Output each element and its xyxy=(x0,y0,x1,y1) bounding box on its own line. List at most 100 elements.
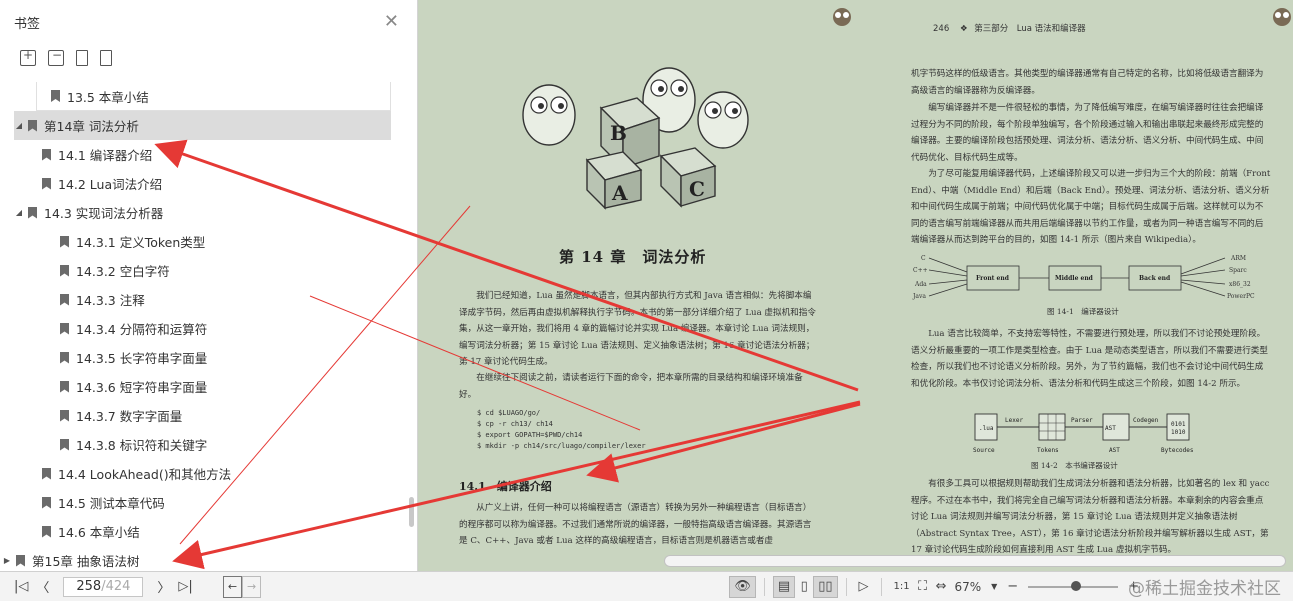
bookmark-icon xyxy=(60,235,69,248)
zoom-dropdown-icon[interactable]: ▼ xyxy=(985,576,1003,598)
zoom-slider[interactable] xyxy=(1028,580,1119,591)
bookmark-item[interactable]: ◢ 14.3 实现词法分析器 xyxy=(0,198,405,227)
collapse-arrow-icon[interactable]: ◢ xyxy=(14,208,24,217)
bookmark-item[interactable]: 13.5 本章小结 xyxy=(36,82,391,111)
two-page-icon[interactable]: ▯▯ xyxy=(813,575,838,598)
gopher-illustration: B A C xyxy=(522,67,749,210)
back-icon[interactable]: ← xyxy=(222,575,243,598)
bookmark-item[interactable]: ◢ 第14章 词法分析 xyxy=(14,111,391,140)
previous-page-button[interactable]: 〈 xyxy=(32,576,53,598)
left-page: B A C 第 14 章 词法分析 我们已经知道，Lua 虽然是脚本语言，但其内… xyxy=(419,0,857,560)
bookmark-item[interactable]: ▶ 第15章 抽象语法树 xyxy=(0,546,405,571)
bookmark-list: 13.5 本章小结 ◢ 第14章 词法分析 14.1 编译器介绍 14.2 Lua词法介… xyxy=(0,82,405,571)
bookmark-outline-icon[interactable] xyxy=(100,50,112,66)
sidebar-scrollbar[interactable] xyxy=(409,497,414,527)
bookmark-item[interactable]: 14.4 LookAhead()和其他方法 xyxy=(0,459,405,488)
page-number-input[interactable]: 258/424 xyxy=(63,576,144,597)
zoom-slider-knob[interactable] xyxy=(1071,580,1082,591)
diamond-icon: ❖ xyxy=(959,24,968,34)
compiler-design-figure: C C++ Ada Java ARM Sparc x86_32 PowerPC xyxy=(912,255,1255,300)
bookmark-item[interactable]: 14.3.8 标识符和关键字 xyxy=(0,430,405,459)
bookmark-item[interactable]: 14.3.1 定义Token类型 xyxy=(0,227,405,256)
middle-end-box: Middle end xyxy=(1055,275,1094,282)
bookmark-item[interactable]: 14.3.6 短字符串字面量 xyxy=(0,372,405,401)
page-header: 246 ❖ 第三部分 Lua 语法和编译器 xyxy=(933,22,1273,34)
bookmark-icon[interactable] xyxy=(76,50,88,66)
bookmark-label: 14.5 测试本章代码 xyxy=(58,496,165,511)
svg-text:AST: AST xyxy=(1105,425,1116,432)
bookmark-item[interactable]: 14.3.7 数字字面量 xyxy=(0,401,405,430)
bookmark-icon xyxy=(60,380,69,393)
zoom-out-button[interactable]: − xyxy=(1003,576,1022,598)
bookmark-icon xyxy=(28,119,37,132)
actual-size-icon[interactable]: 1:1 xyxy=(890,576,914,598)
bookmark-item[interactable]: 14.6 本章小结 xyxy=(0,517,405,546)
bookmark-icon xyxy=(42,525,51,538)
bookmark-icon xyxy=(16,554,25,567)
bookmark-item[interactable]: 14.5 测试本章代码 xyxy=(0,488,405,517)
block-letter-b: B xyxy=(610,121,627,145)
next-page-button[interactable]: 〉 xyxy=(153,576,174,598)
figure-14-2-caption: 图 14-2 本书编译器设计 xyxy=(1031,461,1118,470)
bookmark-item[interactable]: 14.3.5 长字符串字面量 xyxy=(0,343,405,372)
bookmark-panel: 书签 ✕ 13.5 本章小结 ◢ 第14章 词法分析 14.1 编译器介绍 14.2 L… xyxy=(0,0,418,571)
bookmark-label: 14.4 LookAhead()和其他方法 xyxy=(58,467,232,482)
gopher-corner-icon xyxy=(1273,8,1291,26)
part-title: 第三部分 Lua 语法和编译器 xyxy=(974,24,1086,34)
bookmark-icon xyxy=(51,90,60,102)
bookmark-label: 14.3.3 注释 xyxy=(76,293,145,308)
bookmark-item[interactable]: 14.1 编译器介绍 xyxy=(0,140,405,169)
svg-text:Java: Java xyxy=(912,293,926,300)
last-page-button[interactable]: ▷| xyxy=(174,576,196,598)
right-paragraph-2: 编写编译器并不是一件很轻松的事情，为了降低编写难度，在编写编译器时往往会把编译过… xyxy=(911,103,1264,163)
close-icon[interactable]: ✕ xyxy=(384,13,399,31)
svg-text:x86_32: x86_32 xyxy=(1229,281,1251,288)
bookmark-icon xyxy=(42,467,51,480)
current-page: 258 xyxy=(76,579,102,594)
right-paragraph-4: Lua 语言比较简单，不支持宏等特性，不需要进行预处理，所以我们不讨论预处理阶段… xyxy=(911,329,1268,389)
first-page-button[interactable]: |◁ xyxy=(10,576,32,598)
bookmark-label: 14.3 实现词法分析器 xyxy=(44,206,164,221)
delete-bookmark-icon[interactable] xyxy=(48,48,64,66)
fit-page-icon[interactable]: ⛶ xyxy=(914,576,932,598)
svg-text:ARM: ARM xyxy=(1230,255,1246,262)
bookmark-item[interactable]: 14.3.2 空白字符 xyxy=(0,256,405,285)
code-block: $ cd $LUAGO/go/ $ cp -r ch13/ ch14 $ exp… xyxy=(477,409,646,450)
bookmark-label: 14.1 编译器介绍 xyxy=(58,148,153,163)
section-title: 14.1 编译器介绍 xyxy=(459,480,552,493)
right-paragraph-1: 机字节码这样的低级语言。其他类型的编译器通常有自己特定的名称，比如将低级语言翻译… xyxy=(911,69,1264,96)
bookmark-item[interactable]: 14.3.4 分隔符和运算符 xyxy=(0,314,405,343)
bookmark-label: 13.5 本章小结 xyxy=(67,89,149,105)
play-icon[interactable]: ▷ xyxy=(855,576,873,598)
bookmark-icon xyxy=(60,293,69,306)
horizontal-scrollbar[interactable] xyxy=(664,555,1286,567)
collapse-arrow-icon[interactable]: ◢ xyxy=(14,121,24,130)
book-compiler-figure: .lua 0101 1010 AST Lexer Parser Codegen … xyxy=(973,413,1194,454)
bookmark-item[interactable]: 14.2 Lua词法介绍 xyxy=(0,169,405,198)
bookmark-label: 14.3.2 空白字符 xyxy=(76,264,170,279)
back-end-box: Back end xyxy=(1139,275,1171,282)
bookmark-icon xyxy=(42,148,51,161)
watermark: @稀土掘金技术社区 xyxy=(1128,579,1281,599)
bookmark-item[interactable]: 14.3.3 注释 xyxy=(0,285,405,314)
bookmark-label: 14.3.5 长字符串字面量 xyxy=(76,351,208,366)
chapter-title: 第 14 章 词法分析 xyxy=(559,248,707,266)
svg-text:Source: Source xyxy=(973,447,995,454)
fit-width-icon[interactable]: ⇔ xyxy=(932,576,951,598)
continuous-page-icon[interactable]: ▤ xyxy=(772,575,796,598)
svg-text:Bytecodes: Bytecodes xyxy=(1161,447,1194,454)
expand-arrow-icon[interactable]: ▶ xyxy=(2,556,12,565)
zoom-level[interactable]: 67% xyxy=(951,576,986,598)
svg-text:Codegen: Codegen xyxy=(1133,417,1159,424)
bottom-toolbar: |◁ 〈 258/424 〉 ▷| ← → 👁 ▤ ▯ ▯▯ ▷ 1:1 ⛶ ⇔… xyxy=(0,571,1293,601)
read-mode-icon[interactable]: 👁 xyxy=(729,575,756,598)
svg-text:C++: C++ xyxy=(913,267,928,274)
block-letter-c: C xyxy=(689,177,705,201)
bookmark-label: 第14章 词法分析 xyxy=(44,119,139,134)
single-page-icon[interactable]: ▯ xyxy=(795,576,813,598)
svg-text:.lua: .lua xyxy=(979,425,994,432)
forward-icon[interactable]: → xyxy=(242,575,262,598)
add-bookmark-icon[interactable] xyxy=(20,48,36,66)
bookmark-icon xyxy=(28,206,37,219)
right-paragraph-3: 为了尽可能复用编译器代码，上述编译阶段又可以进一步归为三个大的阶段：前端（Fro… xyxy=(911,169,1271,245)
